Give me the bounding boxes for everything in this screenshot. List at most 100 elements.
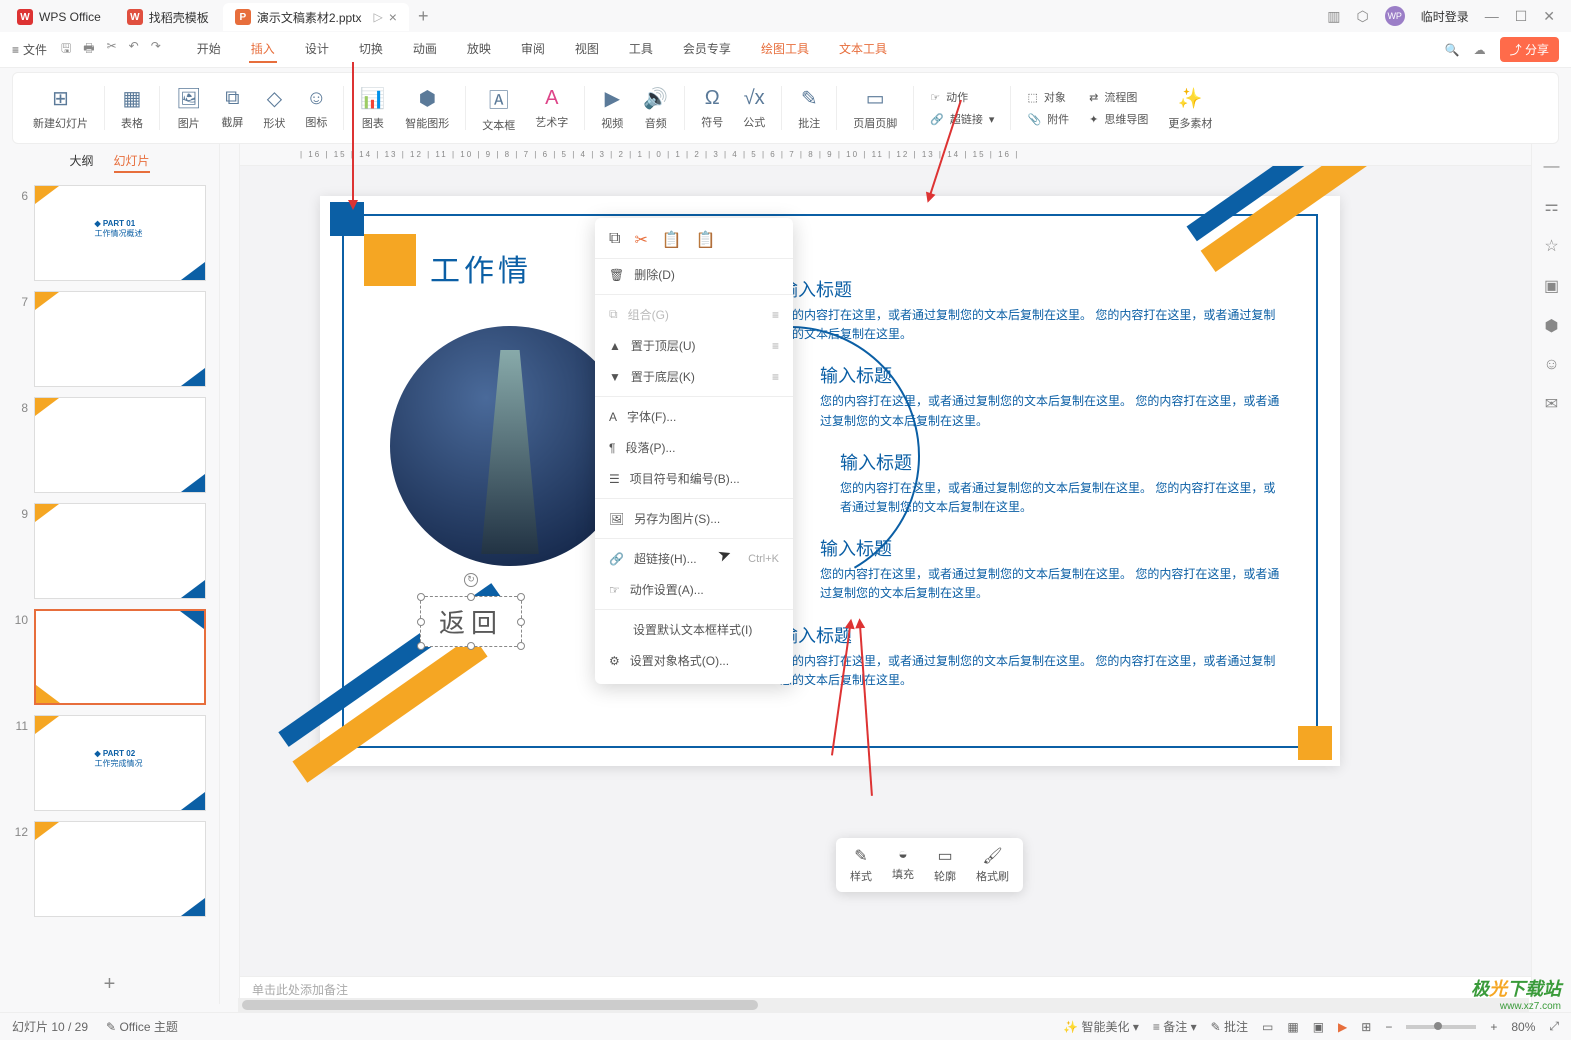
thumbnails-list[interactable]: 6◆ PART 01工作情况概述 7 8 9 10 11◆ PART 02工作完… <box>0 181 219 965</box>
ribbon-header-footer[interactable]: ▭页眉页脚 <box>843 73 907 143</box>
preview-icon[interactable]: ✂ <box>107 39 117 60</box>
cloud-icon[interactable]: ☁ <box>1474 43 1486 57</box>
ribbon-textbox[interactable]: 🄰文本框 <box>472 73 525 143</box>
cube-icon[interactable]: ⬡ <box>1356 8 1368 25</box>
slide-stage[interactable]: 工作情 🖥 ⚬ 📈 输入标题您的内容打在这里，或者通过复制您的文本后复制在这里。… <box>240 166 1531 976</box>
thumbnail-6[interactable]: ◆ PART 01工作情况概述 <box>34 185 206 281</box>
ribbon-symbol[interactable]: Ω符号 <box>691 73 733 143</box>
thumbnail-8[interactable] <box>34 397 206 493</box>
rail-settings-icon[interactable]: ⚎ <box>1544 196 1558 216</box>
rail-template-icon[interactable]: ▣ <box>1544 276 1559 296</box>
tab-template[interactable]: W 找稻壳模板 <box>115 3 221 31</box>
ribbon-shape[interactable]: ◇形状 <box>253 73 295 143</box>
ctx-copy-icon[interactable]: ⧉ <box>609 230 620 250</box>
ctx-hyperlink[interactable]: 🔗超链接(H)...Ctrl+K <box>595 543 793 574</box>
ribbon-action-hyperlink[interactable]: ☞动作 🔗超链接 ▾ <box>920 73 1004 143</box>
view-reading-icon[interactable]: ▣ <box>1313 1020 1324 1034</box>
menu-transition[interactable]: 切换 <box>357 36 385 63</box>
rail-collapse-icon[interactable]: — <box>1544 158 1560 176</box>
ctx-bring-front[interactable]: ▲置于顶层(U)≡ <box>595 330 793 361</box>
view-slideshow-icon[interactable]: ▶ <box>1338 1020 1347 1034</box>
ribbon-more-assets[interactable]: ✨更多素材 <box>1158 73 1222 143</box>
menu-tools[interactable]: 工具 <box>627 36 655 63</box>
ribbon-comment[interactable]: ✎批注 <box>788 73 830 143</box>
slides-tab[interactable]: 幻灯片 <box>114 152 150 173</box>
ctx-font[interactable]: A字体(F)... <box>595 401 793 432</box>
ribbon-table[interactable]: ▦表格 <box>111 73 153 143</box>
ctx-bullets[interactable]: ☰项目符号和编号(B)... <box>595 463 793 494</box>
ctx-default-textbox[interactable]: 设置默认文本框样式(I) <box>595 614 793 645</box>
add-slide-button[interactable]: + <box>0 965 219 1004</box>
ribbon-flowchart-mindmap[interactable]: ⇄流程图 ✦思维导图 <box>1079 73 1158 143</box>
redo-icon[interactable]: ↷ <box>151 39 161 60</box>
menu-insert[interactable]: 插入 <box>249 36 277 63</box>
ctx-paragraph[interactable]: ¶段落(P)... <box>595 432 793 463</box>
thumbnail-7[interactable] <box>34 291 206 387</box>
ribbon-object-attach[interactable]: ⬚对象 📎附件 <box>1017 73 1079 143</box>
ctx-send-back[interactable]: ▼置于底层(K)≡ <box>595 361 793 392</box>
search-icon[interactable]: 🔍 <box>1445 43 1460 57</box>
slide-canvas[interactable]: 工作情 🖥 ⚬ 📈 输入标题您的内容打在这里，或者通过复制您的文本后复制在这里。… <box>320 196 1340 766</box>
ribbon-equation[interactable]: √x公式 <box>733 73 775 143</box>
rail-robot-icon[interactable]: ☺ <box>1543 356 1559 374</box>
horizontal-scrollbar[interactable] <box>238 998 1529 1012</box>
save-icon[interactable]: 🖫 <box>61 39 71 60</box>
thumbnail-9[interactable] <box>34 503 206 599</box>
ribbon-smartart[interactable]: ⬢智能图形 <box>395 73 459 143</box>
menu-review[interactable]: 审阅 <box>519 36 547 63</box>
file-menu[interactable]: ≡ 文件 <box>12 41 47 58</box>
menu-animation[interactable]: 动画 <box>411 36 439 63</box>
beautify-button[interactable]: ✨ 智能美化 ▾ <box>1063 1018 1139 1035</box>
share-button[interactable]: ⤴ 分享 <box>1500 37 1559 62</box>
ribbon-chart[interactable]: 📊图表 <box>350 73 395 143</box>
login-label[interactable]: 临时登录 <box>1421 8 1469 25</box>
ctx-paste-special-icon[interactable]: 📋 <box>696 230 716 250</box>
float-fill[interactable]: ◒填充 <box>882 844 924 886</box>
notes-button[interactable]: ≡ 备注 ▾ <box>1153 1018 1197 1035</box>
fit-icon[interactable]: ⤢ <box>1549 1019 1559 1034</box>
ctx-action-settings[interactable]: ☞动作设置(A)... <box>595 574 793 605</box>
float-format-painter[interactable]: 🖌格式刷 <box>966 844 1019 886</box>
ribbon-screenshot[interactable]: ⧉截屏 <box>211 73 253 143</box>
view-sorter-icon[interactable]: ▦ <box>1287 1020 1298 1034</box>
undo-icon[interactable]: ↶ <box>129 39 139 60</box>
ctx-paste-icon[interactable]: 📋 <box>662 230 682 250</box>
menu-slideshow[interactable]: 放映 <box>465 36 493 63</box>
thumbnail-11[interactable]: ◆ PART 02工作完成情况 <box>34 715 206 811</box>
view-grid-icon[interactable]: ⊞ <box>1361 1020 1371 1034</box>
comments-button[interactable]: ✎ 批注 <box>1211 1018 1248 1035</box>
rail-chat-icon[interactable]: ✉ <box>1545 394 1558 414</box>
float-outline[interactable]: ▭轮廓 <box>924 844 966 886</box>
tab-document[interactable]: P 演示文稿素材2.pptx ▷ × <box>223 3 409 31</box>
menu-text-tools[interactable]: 文本工具 <box>837 36 889 63</box>
ctx-delete[interactable]: 🗑删除(D) <box>595 259 793 290</box>
print-icon[interactable]: 🖶 <box>83 39 94 60</box>
ctx-format-object[interactable]: ⚙设置对象格式(O)... <box>595 645 793 676</box>
menu-start[interactable]: 开始 <box>195 36 223 63</box>
new-tab-button[interactable]: + <box>418 6 429 27</box>
ribbon-video[interactable]: ▶视频 <box>591 73 633 143</box>
layout-icon[interactable]: ▥ <box>1327 8 1340 25</box>
outline-tab[interactable]: 大纲 <box>69 152 93 173</box>
minimize-icon[interactable]: — <box>1485 8 1499 24</box>
close-window-icon[interactable]: ✕ <box>1543 8 1555 25</box>
menu-vip[interactable]: 会员专享 <box>681 36 733 63</box>
tab-home[interactable]: W WPS Office <box>5 3 113 31</box>
menu-drawing-tools[interactable]: 绘图工具 <box>759 36 811 63</box>
zoom-slider[interactable] <box>1406 1025 1476 1029</box>
ctx-cut-icon[interactable]: ✂ <box>634 230 647 250</box>
float-style[interactable]: ✎样式 <box>840 844 882 886</box>
zoom-in-icon[interactable]: + <box>1490 1020 1497 1034</box>
rotate-handle-icon[interactable]: ↻ <box>464 573 478 587</box>
menu-view[interactable]: 视图 <box>573 36 601 63</box>
zoom-value[interactable]: 80% <box>1511 1020 1535 1034</box>
thumbnail-10[interactable] <box>34 609 206 705</box>
close-tab-icon[interactable]: × <box>389 9 397 25</box>
view-normal-icon[interactable]: ▭ <box>1262 1020 1273 1034</box>
thumbnail-12[interactable] <box>34 821 206 917</box>
user-avatar[interactable]: WP <box>1385 6 1405 26</box>
ribbon-audio[interactable]: 🔊音频 <box>633 73 678 143</box>
ctx-save-as-image[interactable]: 🖼另存为图片(S)... <box>595 503 793 534</box>
ribbon-icon[interactable]: ☺图标 <box>295 73 337 143</box>
ribbon-wordart[interactable]: A艺术字 <box>525 73 578 143</box>
